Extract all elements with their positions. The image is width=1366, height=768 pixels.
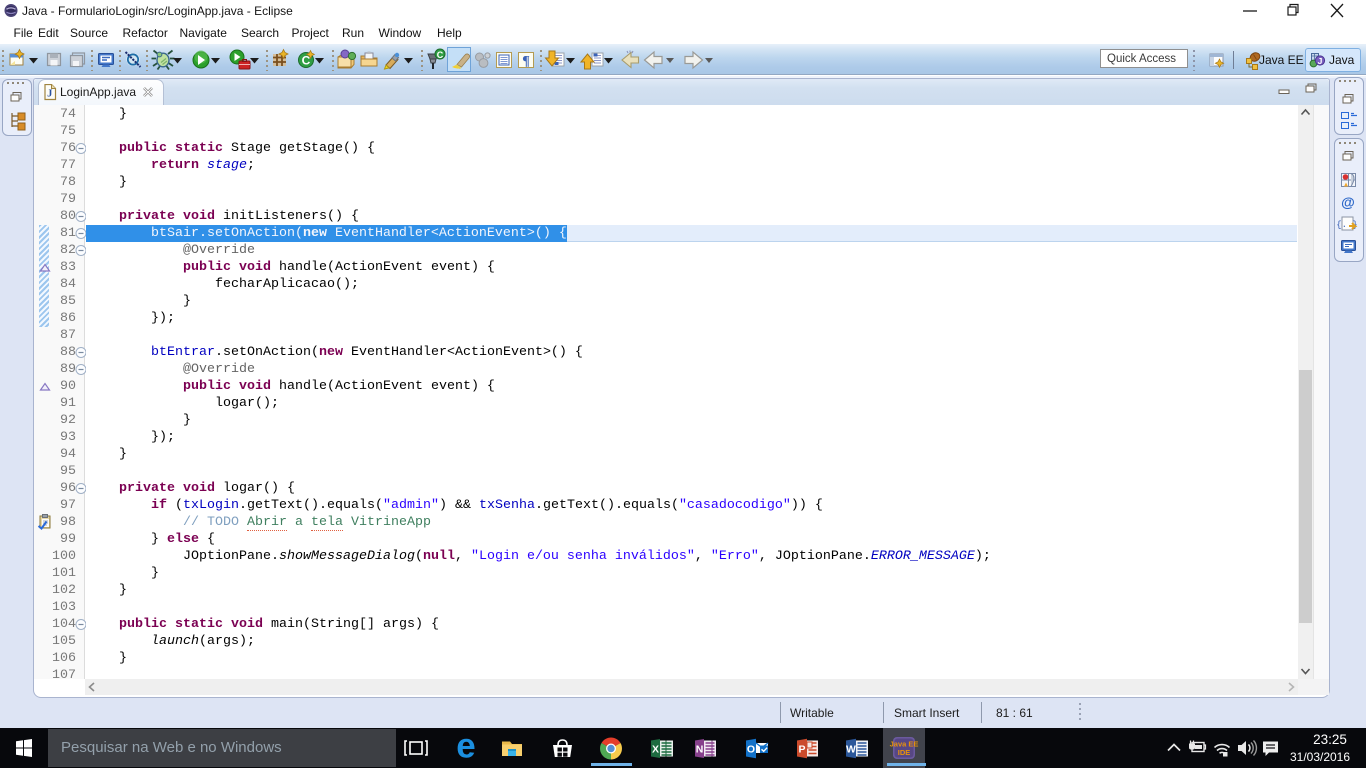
svg-text:N: N — [696, 744, 704, 756]
svg-text:IDE: IDE — [898, 748, 911, 757]
svg-text:X: X — [652, 744, 659, 756]
svg-text:C: C — [437, 50, 444, 60]
svg-text:¶: ¶ — [522, 54, 530, 69]
svg-text:e: e — [456, 728, 475, 766]
svg-text:P: P — [798, 744, 805, 756]
svg-text:J: J — [47, 89, 52, 100]
svg-text:O: O — [747, 744, 755, 756]
svg-text:@: @ — [1341, 194, 1355, 210]
svg-text:W: W — [846, 744, 856, 756]
svg-text:J: J — [1318, 56, 1323, 66]
